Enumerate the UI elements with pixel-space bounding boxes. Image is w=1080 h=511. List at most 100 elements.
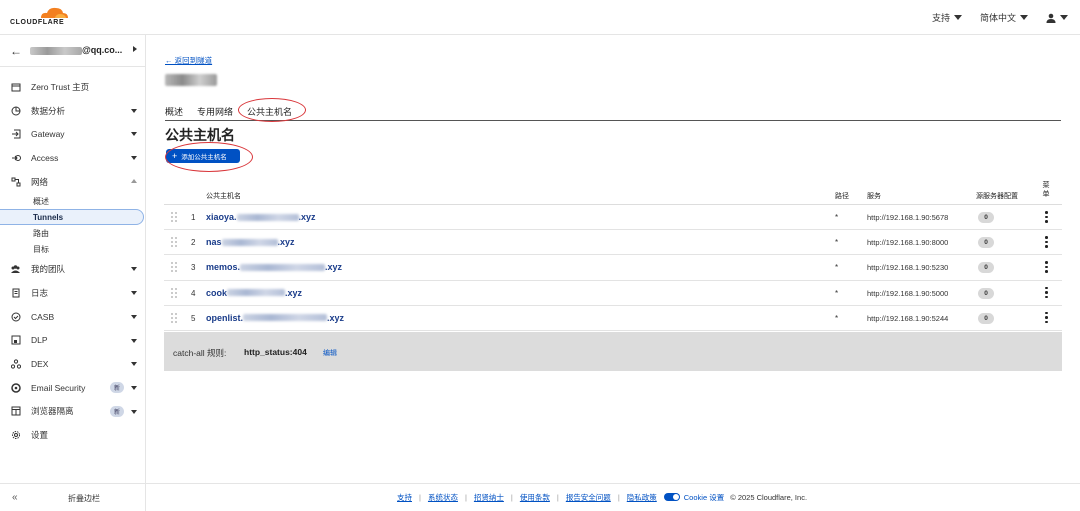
sidebar-subitem-tunnels[interactable]: Tunnels [0, 209, 144, 226]
account-switcher[interactable]: ← @qq.co... [0, 35, 146, 67]
sidebar-item-network[interactable]: 网络 [0, 170, 146, 194]
cloud-logo-icon [41, 7, 68, 18]
column-header-hostname: 公共主机名 [206, 193, 241, 200]
row-menu-icon[interactable] [1044, 211, 1048, 223]
drag-handle-icon[interactable] [171, 262, 177, 273]
footer-link-terms[interactable]: 使用条款 [520, 492, 550, 503]
sidebar-nav: Zero Trust 主页 数据分析 Gateway Access 网络 概述 … [0, 75, 146, 447]
hostname-prefix: cook [206, 287, 228, 298]
privacy-toggle-icon [663, 493, 680, 501]
footer-link-support[interactable]: 支持 [397, 492, 412, 503]
collapse-sidebar-button[interactable]: « 折叠边栏 [0, 483, 146, 511]
path-value: * [835, 263, 839, 273]
footer-link-status[interactable]: 系统状态 [428, 492, 458, 503]
support-menu[interactable]: 支持 [932, 11, 962, 24]
sidebar-subitem-overview[interactable]: 概述 [0, 193, 146, 209]
sidebar-item-settings[interactable]: 设置 [0, 423, 146, 447]
dlp-icon [10, 335, 21, 346]
sidebar-item-home[interactable]: Zero Trust 主页 [0, 75, 146, 99]
table-row[interactable]: 3 memos. .xyz * http://192.168.1.90:5230 0 [164, 255, 1062, 281]
table-row[interactable]: 5 openlist. .xyz * http://192.168.1.90:5244 0 [164, 306, 1062, 331]
back-arrow-icon[interactable]: ← [10, 44, 22, 58]
sidebar-item-gateway[interactable]: Gateway [0, 122, 146, 146]
sidebar-item-analytics[interactable]: 数据分析 [0, 99, 146, 123]
path-value: * [835, 238, 839, 248]
footer-link-privacy[interactable]: 隐私政策 [627, 492, 657, 503]
hostname-link[interactable]: nas .xyz [206, 237, 295, 247]
chevron-down-icon [131, 132, 137, 137]
sidebar-item-label: Access [31, 152, 59, 163]
sidebar-item-casb[interactable]: CASB [0, 305, 146, 329]
row-menu-icon[interactable] [1044, 286, 1048, 299]
chevron-down-icon [131, 409, 137, 414]
service-value: http://192.168.1.90:5230 [867, 263, 949, 273]
cloudflare-logo[interactable]: CLOUDFLARE [10, 5, 70, 29]
hostname-suffix: .xyz [285, 287, 303, 298]
sidebar-item-label: 日志 [31, 287, 49, 298]
redacted-domain [227, 289, 286, 297]
table-row[interactable]: 2 nas .xyz * http://192.168.1.90:8000 0 [164, 230, 1062, 256]
hostname-prefix: openlist. [206, 312, 244, 323]
sidebar-subitem-routes[interactable]: 路由 [0, 225, 146, 241]
sidebar-item-label: CASB [31, 311, 55, 322]
hostname-link[interactable]: memos. .xyz [206, 262, 342, 272]
row-menu-icon[interactable] [1044, 236, 1048, 248]
footer-link-careers[interactable]: 招贤纳士 [474, 492, 504, 503]
language-label: 简体中文 [979, 13, 1016, 23]
sidebar-item-browser-isolation[interactable]: 浏览器隔离 新 [0, 400, 146, 424]
tab-overview[interactable]: 概述 [165, 103, 183, 120]
support-label: 支持 [931, 13, 950, 23]
drag-handle-icon[interactable] [171, 212, 177, 222]
edit-catch-all-link[interactable]: 编辑 [323, 348, 337, 358]
footer-link-security[interactable]: 报告安全问题 [566, 492, 611, 503]
user-menu[interactable] [1046, 13, 1068, 23]
catch-all-rule: catch-all 规则: http_status:404 编辑 [164, 332, 1062, 371]
sidebar-subitem-targets[interactable]: 目标 [0, 241, 146, 257]
hostname-prefix: nas [206, 237, 222, 248]
hostname-link[interactable]: xiaoya. .xyz [206, 212, 316, 222]
tab-private-network[interactable]: 专用网络 [197, 103, 233, 120]
double-chevron-left-icon: « [12, 492, 18, 503]
drag-handle-icon[interactable] [171, 237, 177, 248]
chevron-down-icon [131, 338, 137, 343]
row-number: 5 [191, 313, 196, 323]
sidebar-item-access[interactable]: Access [0, 146, 146, 170]
language-menu[interactable]: 简体中文 [980, 11, 1028, 24]
account-name: @qq.co... [82, 45, 123, 55]
sidebar-item-logs[interactable]: 日志 [0, 281, 146, 305]
sidebar-item-label: 设置 [31, 430, 49, 441]
column-header-origin-config: 源服务器配置 [976, 193, 1018, 200]
origin-config-count: 0 [978, 262, 994, 274]
drag-handle-icon[interactable] [171, 287, 177, 298]
row-menu-icon[interactable] [1044, 261, 1048, 273]
back-to-tunnels-link[interactable]: ← 返回到隧道 [165, 55, 212, 66]
chevron-down-icon [953, 15, 962, 20]
main-content: ← 返回到隧道 概述 专用网络 公共主机名 公共主机名 + 添加公共主机名 公共… [146, 35, 1080, 511]
redacted-domain [243, 314, 328, 322]
table-row[interactable]: 4 cook .xyz * http://192.168.1.90:5000 0 [164, 281, 1062, 306]
sidebar-item-team[interactable]: 我的团队 [0, 257, 146, 281]
top-bar: CLOUDFLARE 支持 简体中文 [0, 0, 1080, 35]
hostname-link[interactable]: cook .xyz [206, 288, 302, 298]
column-header-path: 路径 [835, 193, 849, 200]
redacted-domain [240, 263, 326, 271]
hostname-link[interactable]: openlist. .xyz [206, 313, 344, 323]
row-menu-icon[interactable] [1044, 311, 1048, 324]
drag-handle-icon[interactable] [171, 312, 177, 323]
catch-all-label: catch-all 规则: [173, 348, 227, 358]
sidebar-item-dex[interactable]: DEX [0, 352, 146, 376]
hostname-table: 公共主机名 路径 服务 源服务器配置 菜单 1 xiaoya. .xyz * http:… [164, 181, 1062, 331]
email-icon [10, 382, 21, 393]
cookie-settings[interactable]: Cookie 设置 [663, 492, 725, 503]
chevron-right-icon [133, 46, 137, 52]
cookie-settings-label: Cookie 设置 [683, 493, 725, 502]
sidebar-item-label: DEX [31, 359, 49, 370]
annotation-circle [165, 142, 253, 172]
sidebar-item-email-security[interactable]: Email Security 新 [0, 376, 146, 400]
row-number: 3 [191, 263, 196, 273]
sidebar-item-dlp[interactable]: DLP [0, 329, 146, 353]
hostname-prefix: xiaoya. [206, 212, 237, 222]
table-row[interactable]: 1 xiaoya. .xyz * http://192.168.1.90:5678 0 [164, 205, 1062, 231]
table-header: 公共主机名 路径 服务 源服务器配置 菜单 [164, 181, 1062, 205]
sidebar-item-label: 浏览器隔离 [31, 406, 74, 417]
